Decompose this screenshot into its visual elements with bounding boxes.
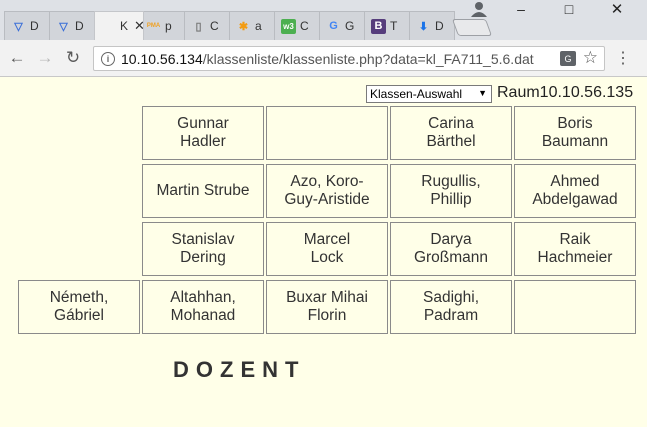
asterisk-icon: ✱ (238, 20, 249, 33)
menu-icon[interactable]: ⋮ (611, 46, 635, 70)
student-name: Gunnar Hadler (177, 115, 229, 150)
tab-title: D (435, 19, 444, 33)
translate-icon[interactable]: G (560, 51, 576, 66)
chevron-down-icon: ▼ (478, 88, 487, 98)
student-name: Németh, Gábriel (49, 289, 109, 324)
profile-icon[interactable] (470, 1, 488, 17)
tab-1[interactable]: ▽ D (49, 11, 95, 40)
dozent-label: DOZENT (173, 357, 306, 382)
tab-4[interactable]: ▯ C (184, 11, 230, 40)
tab-title: D (30, 19, 39, 33)
url-text[interactable]: 10.10.56.134/klassenliste/klassenliste.p… (121, 51, 534, 67)
student-name: Martin Strube (156, 182, 250, 199)
tab-title: p (165, 19, 172, 33)
seat-cell: Sadighi, Padram (390, 280, 512, 334)
tab-title: C (210, 19, 219, 33)
student-name: Boris Baumann (541, 115, 609, 150)
student-name: Altahhan, Mohanad (170, 289, 236, 324)
student-name: Darya Großmann (413, 231, 489, 266)
tab-5[interactable]: ✱ a (229, 11, 275, 40)
student-name: Stanislav Dering (171, 231, 235, 266)
seat-cell: Raik Hachmeier (514, 222, 636, 276)
tab-2[interactable]: K ✕ (94, 11, 144, 40)
student-name: Raik Hachmeier (537, 231, 613, 266)
tab-7[interactable]: GG (319, 11, 365, 40)
seat-cell: Martin Strube (142, 164, 264, 218)
seat-cell: Azo, Koro- Guy-Aristide (266, 164, 388, 218)
student-name: Rugullis, Phillip (421, 173, 481, 208)
vpn-icon: ▽ (14, 20, 23, 33)
tab-title: D (75, 19, 84, 33)
vpn-icon: ▽ (59, 20, 68, 33)
back-icon[interactable]: ← (5, 46, 29, 70)
phpmyadmin-icon: PMA (146, 23, 161, 29)
browser-toolbar: ← → ↻ i 10.10.56.134/klassenliste/klasse… (0, 40, 647, 77)
close-window-icon[interactable]: ✕ (595, 0, 639, 18)
seat-cell (514, 280, 636, 334)
class-select[interactable]: Klassen-Auswahl ▼ (366, 85, 492, 103)
tab-3[interactable]: PMA p (139, 11, 185, 40)
student-name: Sadighi, Padram (422, 289, 479, 324)
seat-cell (266, 106, 388, 160)
bootstrap-icon: B (371, 18, 386, 34)
seat-cell: Gunnar Hadler (142, 106, 264, 160)
page-content: Klassen-Auswahl ▼ Raum10.10.56.135 Gunna… (0, 77, 647, 427)
tab-title: G (345, 19, 355, 33)
close-tab-icon[interactable]: ✕ (134, 18, 143, 34)
seat-cell: Marcel Lock (266, 222, 388, 276)
student-name: Azo, Koro- Guy-Aristide (284, 173, 370, 208)
info-icon[interactable]: i (101, 51, 115, 66)
tab-title: a (255, 19, 262, 33)
page-icon: ▯ (195, 20, 202, 33)
bookmark-star-icon[interactable]: ☆ (583, 48, 598, 68)
browser-chrome: ▽ D ▽ D K ✕ PMA p ▯ C ✱ a w3 C G G B T ⬇ D – □ ✕ ← → ↻ i 10… (0, 0, 647, 77)
page-icon (101, 19, 116, 34)
reload-icon[interactable]: ↻ (61, 46, 85, 70)
minimize-icon[interactable]: – (499, 0, 543, 18)
student-name: Ahmed Abdelgawad (532, 173, 618, 208)
student-name: Carina Bärthel (426, 115, 476, 150)
url-host: 10.10.56.134 (121, 50, 203, 67)
url-path: /klassenliste/klassenliste.php?data=kl_F… (202, 50, 534, 67)
tab-6[interactable]: w3 C (274, 11, 320, 40)
student-name: Marcel Lock (303, 231, 351, 266)
seat-cell: Boris Baumann (514, 106, 636, 160)
seat-cell: Darya Großmann (390, 222, 512, 276)
room-label: Raum10.10.56.135 (497, 84, 634, 101)
w3schools-icon: w3 (281, 18, 296, 34)
tab-title: T (390, 19, 398, 33)
tab-8[interactable]: BT (364, 11, 410, 40)
seat-cell: Buxar Mihai Florin (266, 280, 388, 334)
google-icon: G (329, 20, 338, 32)
tab-strip: ▽ D ▽ D K ✕ PMA p ▯ C ✱ a w3 C G G B T ⬇ D – □ ✕ (0, 0, 647, 40)
new-tab-button[interactable] (451, 19, 493, 36)
download-icon: ⬇ (418, 20, 429, 33)
forward-icon[interactable]: → (33, 46, 57, 70)
tab-9[interactable]: ⬇ D (409, 11, 455, 40)
class-select-value: Klassen-Auswahl (370, 87, 463, 101)
tab-title: C (300, 19, 309, 33)
maximize-icon[interactable]: □ (547, 0, 591, 18)
seat-cell: Ahmed Abdelgawad (514, 164, 636, 218)
seat-cell: Carina Bärthel (390, 106, 512, 160)
seat-cell: Rugullis, Phillip (390, 164, 512, 218)
address-bar[interactable]: i 10.10.56.134/klassenliste/klassenliste… (93, 46, 605, 71)
tab-title: K (120, 19, 129, 33)
seat-cell: Németh, Gábriel (18, 280, 140, 334)
tab-0[interactable]: ▽ D (4, 11, 50, 40)
student-name: Buxar Mihai Florin (286, 289, 368, 324)
seat-cell: Altahhan, Mohanad (142, 280, 264, 334)
seat-cell: Stanislav Dering (142, 222, 264, 276)
